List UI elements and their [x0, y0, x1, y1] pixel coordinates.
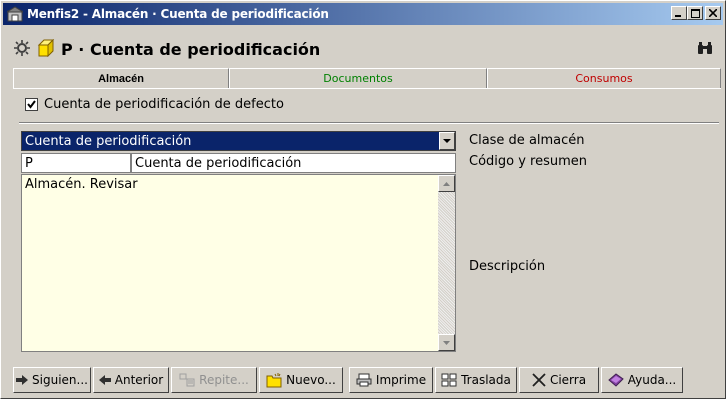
close-x-icon: [532, 373, 546, 387]
descripcion-label: Descripción: [469, 259, 546, 274]
codigo-value: P: [25, 155, 33, 171]
repeat-button[interactable]: Repite...: [171, 367, 257, 393]
settings-gear-icon[interactable]: [13, 39, 31, 60]
codigo-field[interactable]: P: [21, 153, 131, 173]
tab-documentos[interactable]: Documentos: [229, 68, 487, 88]
close-icon: [709, 9, 717, 17]
scroll-up-button[interactable]: [438, 175, 455, 192]
previous-button[interactable]: Anterior: [93, 367, 169, 393]
next-label: Siguien...: [32, 373, 88, 387]
clase-almacen-select[interactable]: Cuenta de periodificación: [21, 131, 456, 151]
chevron-down-icon: [443, 138, 451, 143]
scroll-up-icon: [443, 181, 450, 186]
help-button[interactable]: Ayuda...: [601, 367, 683, 393]
close-form-button[interactable]: Cierra: [519, 367, 599, 393]
print-button[interactable]: Imprime: [349, 367, 433, 393]
maximize-icon: [690, 8, 700, 18]
separator: [19, 122, 719, 124]
dropdown-button[interactable]: [439, 132, 455, 150]
default-checkbox-row[interactable]: Cuenta de periodificación de defecto: [25, 97, 284, 112]
resumen-value: Cuenta de periodificación: [135, 155, 302, 171]
close-button[interactable]: [705, 6, 721, 20]
help-book-icon: [607, 373, 624, 387]
transfer-icon: [441, 373, 457, 387]
transfer-button[interactable]: Traslada: [435, 367, 517, 393]
maximize-button[interactable]: [687, 6, 703, 20]
clase-almacen-label: Clase de almacén: [469, 133, 585, 148]
new-folder-icon: [266, 372, 282, 388]
window-controls: [671, 6, 721, 20]
tab-almacen[interactable]: Almacén: [13, 68, 229, 88]
tab-bar: Almacén Documentos Consumos: [13, 68, 721, 88]
minimize-button[interactable]: [671, 6, 687, 20]
cube-icon: [37, 38, 55, 60]
binoculars-search-icon[interactable]: [697, 41, 713, 58]
tab-label: Almacén: [98, 72, 144, 85]
default-checkbox-label: Cuenta de periodificación de defecto: [44, 97, 284, 112]
scroll-down-button[interactable]: [438, 334, 455, 351]
arrow-left-icon: [98, 375, 111, 385]
arrow-right-icon: [16, 375, 29, 385]
new-button[interactable]: Nuevo...: [259, 367, 343, 393]
tab-divider: [13, 88, 721, 89]
scroll-down-icon: [443, 340, 450, 345]
clase-almacen-value: Cuenta de periodificación: [25, 133, 192, 149]
descripcion-textarea[interactable]: Almacén. Revisar: [21, 174, 456, 352]
printer-icon: [356, 373, 372, 387]
title-bar[interactable]: Menfis2 - Almacén · Cuenta de periodific…: [3, 3, 723, 25]
resumen-field[interactable]: Cuenta de periodificación: [131, 153, 456, 173]
vertical-scrollbar[interactable]: [438, 175, 455, 351]
tab-label: Documentos: [323, 72, 393, 85]
app-window: Menfis2 - Almacén · Cuenta de periodific…: [0, 0, 726, 399]
close-form-label: Cierra: [549, 373, 587, 387]
help-label: Ayuda...: [627, 373, 677, 387]
app-icon: [5, 6, 25, 22]
repeat-icon: [179, 373, 195, 387]
tab-consumos[interactable]: Consumos: [487, 68, 721, 88]
record-header: P · Cuenta de periodificación: [13, 37, 320, 61]
codigo-resumen-label: Código y resumen: [469, 154, 588, 169]
repeat-label: Repite...: [199, 373, 249, 387]
previous-label: Anterior: [114, 373, 164, 387]
transfer-label: Traslada: [461, 373, 511, 387]
minimize-icon: [675, 15, 681, 17]
print-label: Imprime: [375, 373, 427, 387]
window-title: Menfis2 - Almacén · Cuenta de periodific…: [27, 7, 329, 21]
tab-label: Consumos: [575, 72, 633, 85]
default-checkbox[interactable]: [25, 98, 38, 111]
bottom-toolbar: Siguien... Anterior Repite... Nuevo... I…: [13, 367, 685, 393]
checkmark-icon: [27, 100, 36, 109]
new-label: Nuevo...: [286, 373, 336, 387]
next-button[interactable]: Siguien...: [13, 367, 91, 393]
page-title: P · Cuenta de periodificación: [61, 39, 321, 59]
descripcion-value: Almacén. Revisar: [25, 177, 138, 192]
